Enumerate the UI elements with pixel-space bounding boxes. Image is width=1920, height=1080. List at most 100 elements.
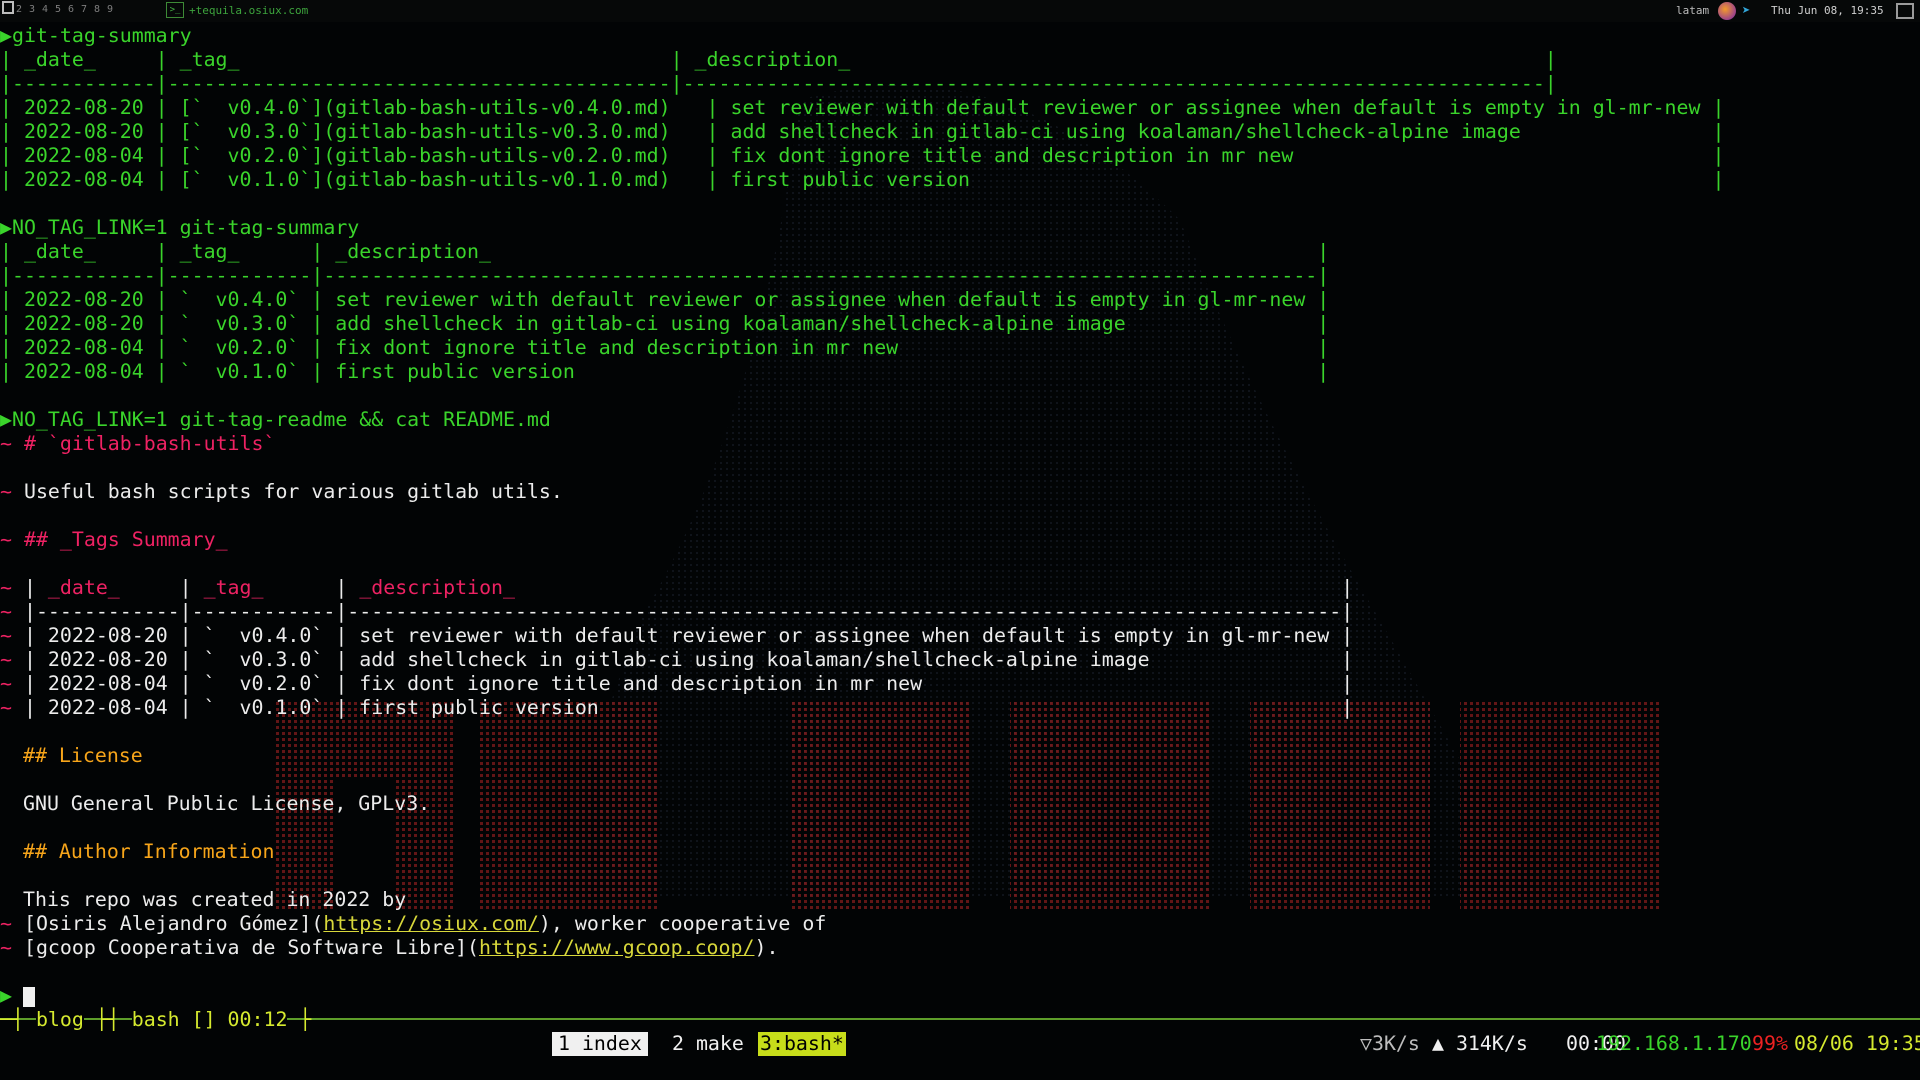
system-top-bar: 2 3 4 5 6 7 8 9 >_ +tequila.osiux.com la… — [0, 0, 1920, 22]
coop-name-text: [gcoop Cooperativa de Software Libre]( — [23, 936, 480, 959]
author-heading: ## Author Information — [23, 840, 275, 863]
tilde-marker: ~ — [0, 624, 12, 647]
command-text: git-tag-summary — [11, 24, 192, 47]
prompt-arrow-icon: ▶ — [0, 24, 12, 47]
md-table-header: ~ | _date_ | _tag_ | _description_ | — [0, 576, 1353, 600]
tilde-marker: ~ — [0, 480, 12, 503]
text-cursor — [23, 987, 35, 1007]
firefox-icon[interactable] — [1718, 2, 1736, 20]
md-header-tag: _tag_ — [203, 576, 264, 599]
table-separator: |------------|--------------------------… — [0, 72, 1557, 95]
tilde-marker: ~ — [0, 936, 12, 959]
prompt-line: ▶NO_TAG_LINK=1 git-tag-readme && cat REA… — [0, 408, 551, 432]
clock[interactable]: Thu Jun 08, 19:35 — [1771, 4, 1884, 17]
workspace-9[interactable]: 9 — [107, 1, 118, 15]
terminal-icon[interactable]: >_ — [166, 2, 184, 18]
table-row: | 2022-08-04 | ` v0.2.0` | fix dont igno… — [0, 336, 1330, 359]
md-table-row: ~ | 2022-08-20 | ` v0.3.0` | add shellch… — [0, 648, 1353, 672]
command-text: NO_TAG_LINK=1 git-tag-readme && cat READ… — [11, 408, 551, 431]
battery-level: 99% — [1752, 1032, 1788, 1055]
readme-title-line: ~ # `gitlab-bash-utils` — [0, 432, 275, 456]
tmux-status-bar: 1 index 2 make 3:bash* ▽3K/s ▲ 314K/s 00… — [0, 1030, 1920, 1060]
workspace-7[interactable]: 7 — [81, 1, 92, 15]
readme-description-line: ~ Useful bash scripts for various gitlab… — [0, 480, 563, 504]
tags-heading-line: ~ ## _Tags Summary_ — [0, 528, 228, 552]
active-prompt[interactable]: ▶ — [0, 984, 12, 1008]
workspace-4[interactable]: 4 — [42, 1, 53, 15]
table-row: | 2022-08-04 | [` v0.2.0`](gitlab-bash-u… — [0, 144, 1725, 167]
md-bar: | — [23, 576, 48, 599]
license-text: GNU General Public License, GPLv3. — [23, 792, 431, 815]
workspace-1[interactable] — [2, 1, 14, 14]
pane-label-blog[interactable]: blog — [35, 1008, 84, 1031]
md-table-row: ~ | 2022-08-04 | ` v0.2.0` | fix dont ig… — [0, 672, 1353, 696]
window-title-hostname: +tequila.osiux.com — [189, 4, 309, 17]
md-row-text: | 2022-08-20 | ` v0.4.0` | set reviewer … — [23, 624, 1354, 647]
md-header-date: _date_ — [47, 576, 120, 599]
md-table-row: ~ | 2022-08-20 | ` v0.4.0` | set reviewe… — [0, 624, 1353, 648]
status-datetime: 08/06 19:35 — [1794, 1032, 1920, 1055]
md-bar: | — [515, 576, 1354, 599]
command-text: NO_TAG_LINK=1 git-tag-summary — [11, 216, 360, 239]
tilde-marker: ~ — [0, 600, 12, 623]
prompt-arrow-icon: ▶ — [0, 408, 12, 431]
md-header-description: _description_ — [359, 576, 515, 599]
net-download-rate: ▽3K/s — [1360, 1032, 1420, 1055]
workspace-switcher[interactable]: 2 3 4 5 6 7 8 9 — [2, 1, 118, 15]
md-table-row: ~ | 2022-08-04 | ` v0.1.0` | first publi… — [0, 696, 1353, 720]
author-line-3: ~ [gcoop Cooperativa de Software Libre](… — [0, 936, 778, 960]
tilde-marker: ~ — [0, 576, 12, 599]
workspace-6[interactable]: 6 — [68, 1, 79, 15]
pane-label-bash[interactable]: bash [] 00:12 — [131, 1008, 288, 1031]
license-heading: ## License — [23, 744, 143, 767]
table-row: | 2022-08-04 | ` v0.1.0` | first public … — [0, 360, 1330, 383]
tilde-marker: ~ — [0, 648, 12, 671]
table-header: | _date_ | _tag_ | _description_ | — [0, 48, 1557, 71]
author-suffix-text: ), worker cooperative of — [538, 912, 827, 935]
table-separator: |------------|------------|-------------… — [0, 264, 1330, 287]
md-bar: | — [263, 576, 360, 599]
md-separator: |------------|------------|-------------… — [23, 600, 1354, 623]
md-row-text: | 2022-08-04 | ` v0.2.0` | fix dont igno… — [23, 672, 1354, 695]
window-layout-icon[interactable] — [1896, 3, 1914, 19]
table-row: | 2022-08-04 | [` v0.1.0`](gitlab-bash-u… — [0, 168, 1725, 191]
tmux-window-make[interactable]: 2 make — [672, 1032, 744, 1056]
table-header: | _date_ | _tag_ | _description_ | — [0, 240, 1330, 263]
table-row: | 2022-08-20 | ` v0.3.0` | add shellchec… — [0, 312, 1330, 335]
keyboard-layout-indicator[interactable]: latam — [1676, 4, 1709, 17]
workspace-8[interactable]: 8 — [94, 1, 105, 15]
ip-address: 192.168.1.170 — [1596, 1032, 1752, 1055]
readme-description: Useful bash scripts for various gitlab u… — [23, 480, 563, 503]
tilde-marker: ~ — [0, 432, 12, 455]
md-table-separator: ~ |------------|------------|-----------… — [0, 600, 1353, 624]
tilde-marker: ~ — [0, 672, 12, 695]
workspace-5[interactable]: 5 — [55, 1, 66, 15]
pane-status: ─┤ blog ├┤ bash [] 00:12 ├ — [0, 1008, 312, 1031]
author-line-2: ~ [Osiris Alejandro Gómez](https://osiux… — [0, 912, 826, 936]
tilde-marker: ~ — [0, 912, 12, 935]
author-url-link[interactable]: https://osiux.com/ — [323, 912, 539, 935]
tilde-marker: ~ — [0, 528, 12, 551]
table-row: | 2022-08-20 | ` v0.4.0` | set reviewer … — [0, 288, 1330, 311]
tmux-window-bash[interactable]: 3:bash* — [758, 1032, 846, 1056]
prompt-arrow-icon: ▶ — [0, 216, 12, 239]
prompt-line: ▶git-tag-summary — [0, 24, 192, 48]
table-row: | 2022-08-20 | [` v0.4.0`](gitlab-bash-u… — [0, 96, 1725, 119]
md-row-text: | 2022-08-04 | ` v0.1.0` | first public … — [23, 696, 1354, 719]
md-bar: | — [119, 576, 204, 599]
workspace-2[interactable]: 2 — [16, 1, 27, 15]
tilde-marker: ~ — [0, 696, 12, 719]
readme-title: # `gitlab-bash-utils` — [23, 432, 276, 455]
coop-suffix-text: ). — [754, 936, 779, 959]
tmux-window-index[interactable]: 1 index — [552, 1032, 648, 1056]
prompt-line: ▶NO_TAG_LINK=1 git-tag-summary — [0, 216, 359, 240]
net-upload-rate: ▲ 314K/s — [1432, 1032, 1528, 1055]
tags-heading: ## _Tags Summary_ — [23, 528, 228, 551]
author-line-1: This repo was created in 2022 by — [23, 888, 407, 911]
md-row-text: | 2022-08-20 | ` v0.3.0` | add shellchec… — [23, 648, 1354, 671]
telegram-icon[interactable]: ➤ — [1742, 3, 1750, 19]
coop-url-link[interactable]: https://www.gcoop.coop/ — [479, 936, 754, 959]
workspace-3[interactable]: 3 — [29, 1, 40, 15]
author-name-text: [Osiris Alejandro Gómez]( — [23, 912, 324, 935]
prompt-arrow-icon: ▶ — [0, 984, 12, 1007]
